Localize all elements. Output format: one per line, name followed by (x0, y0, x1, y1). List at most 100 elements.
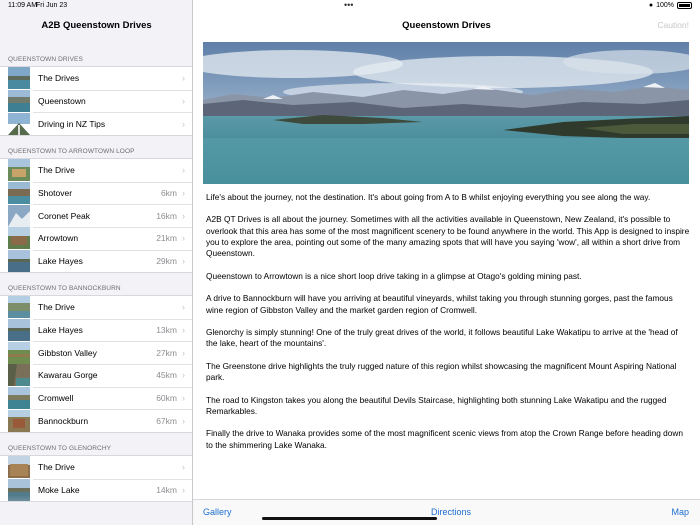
list-item-label: Moke Lake (38, 485, 80, 496)
status-right: ● 100% (649, 2, 692, 9)
distance-label: 6km (160, 188, 177, 199)
thumbnail-image (8, 204, 30, 227)
distance-label: 16km (156, 210, 177, 221)
list-item-label: Bannockburn (38, 415, 89, 426)
list-item-gibbston-valley[interactable]: Gibbston Valley 27km › (0, 341, 192, 364)
section-header: QUEENSTOWN TO GLENORCHY (8, 445, 112, 452)
thumbnail-image (8, 409, 30, 432)
thumbnail-image (8, 112, 30, 135)
chevron-right-icon: › (182, 347, 185, 358)
multitasking-dots-icon[interactable]: ••• (344, 0, 353, 10)
paragraph: Glenorchy is simply stunning! One of the… (206, 327, 678, 349)
sidebar-title: A2B Queenstown Drives (41, 20, 152, 31)
list-item-cromwell[interactable]: Cromwell 60km › (0, 386, 192, 410)
chevron-right-icon: › (182, 165, 185, 176)
detail-pane: Queenstown Drives Caution! Life's about … (193, 0, 700, 525)
battery-percent: 100% (656, 2, 674, 9)
paragraph: A2B QT Drives is all about the journey. … (206, 214, 690, 259)
thumbnail-image (8, 67, 30, 90)
paragraph: The Greenstone drive highlights the trul… (206, 360, 677, 383)
bottom-toolbar: Gallery Directions Map (193, 499, 700, 525)
distance-label: 27km (156, 347, 177, 358)
paragraph: A drive to Bannockburn will have you arr… (206, 293, 673, 315)
chevron-right-icon: › (182, 462, 185, 473)
chevron-right-icon: › (182, 188, 185, 199)
paragraph: Finally the drive to Wanaka provides som… (206, 428, 684, 450)
section-header: QUEENSTOWN TO BANNOCKBURN (8, 285, 121, 292)
list-item-bannockburn[interactable]: Bannockburn 67km › (0, 409, 192, 432)
list-item-label: Arrowtown (38, 233, 79, 244)
chevron-right-icon: › (182, 118, 185, 129)
list-item-label: Queenstown (38, 96, 86, 107)
distance-label: 14km (156, 485, 177, 496)
section-group: The Drive › Lake Hayes 13km › Gibbston V… (0, 295, 192, 434)
paragraph: The road to Kingston takes you along the… (206, 394, 667, 416)
list-item-label: Driving in NZ Tips (38, 118, 106, 129)
distance-label: 45km (156, 370, 177, 381)
thumbnail-image (8, 364, 30, 387)
paragraph: Queenstown to Arrowtown is a nice short … (206, 270, 582, 281)
home-indicator[interactable] (262, 517, 437, 520)
map-button[interactable]: Map (671, 507, 689, 517)
caution-button[interactable]: Caution! (657, 20, 689, 30)
list-item-kawarau-gorge[interactable]: Kawarau Gorge 45km › (0, 364, 192, 387)
list-item-lake-hayes[interactable]: Lake Hayes 29km › (0, 249, 192, 273)
chevron-right-icon: › (182, 233, 185, 244)
list-item-arrowtown[interactable]: Arrowtown 21km › (0, 227, 192, 250)
status-time: 11:09 AM (8, 2, 38, 9)
list-item-lake-hayes-2[interactable]: Lake Hayes 13km › (0, 318, 192, 342)
section-header: QUEENSTOWN TO ARROWTOWN LOOP (8, 148, 135, 155)
status-date: Fri Jun 23 (36, 2, 68, 9)
list-item-label: Lake Hayes (38, 256, 83, 267)
section-header: QUEENSTOWN DRIVES (8, 56, 83, 63)
section-group: The Drives › Queenstown › Driving in NZ … (0, 66, 192, 137)
distance-label: 13km (156, 325, 177, 336)
list-item-coronet-peak[interactable]: Coronet Peak 16km › (0, 204, 192, 227)
list-item-label: The Drive (38, 165, 75, 176)
list-item-arrowtown-the-drive[interactable]: The Drive › (0, 159, 192, 182)
thumbnail-image (8, 182, 30, 205)
chevron-right-icon: › (182, 73, 185, 84)
thumbnail-image (8, 159, 30, 182)
thumbnail-image (8, 296, 30, 319)
list-item-label: Kawarau Gorge (38, 370, 98, 381)
chevron-right-icon: › (182, 256, 185, 267)
distance-label: 21km (156, 233, 177, 244)
section-group: The Drive › Shotover 6km › Coronet Peak … (0, 158, 192, 274)
thumbnail-image (8, 319, 30, 342)
status-bar: 11:09 AM Fri Jun 23 ••• ● 100% (0, 0, 700, 12)
list-item-bannockburn-the-drive[interactable]: The Drive › (0, 296, 192, 319)
wifi-icon: ● (648, 2, 654, 9)
thumbnail-image (8, 227, 30, 250)
chevron-right-icon: › (182, 325, 185, 336)
list-item-label: Lake Hayes (38, 325, 83, 336)
thumbnail-image (8, 387, 30, 410)
list-item-glenorchy-the-drive[interactable]: The Drive › (0, 456, 192, 479)
list-item-label: The Drive (38, 462, 75, 473)
thumbnail-image (8, 341, 30, 364)
chevron-right-icon: › (182, 210, 185, 221)
chevron-right-icon: › (182, 415, 185, 426)
scroll-fade (0, 495, 192, 525)
thumbnail-image (8, 250, 30, 273)
gallery-button[interactable]: Gallery (203, 507, 232, 517)
distance-label: 29km (156, 256, 177, 267)
list-item-driving-tips[interactable]: Driving in NZ Tips › (0, 112, 192, 135)
list-item-shotover[interactable]: Shotover 6km › (0, 181, 192, 205)
battery-icon (677, 2, 692, 9)
list-item-label: The Drive (38, 302, 75, 313)
sidebar: A2B Queenstown Drives QUEENSTOWN DRIVES … (0, 0, 193, 525)
chevron-right-icon: › (182, 370, 185, 381)
list-item-queenstown[interactable]: Queenstown › (0, 89, 192, 113)
chevron-right-icon: › (182, 393, 185, 404)
list-item-label: Cromwell (38, 393, 74, 404)
directions-button[interactable]: Directions (431, 507, 471, 517)
page-title: Queenstown Drives (402, 20, 491, 31)
chevron-right-icon: › (182, 485, 185, 496)
chevron-right-icon: › (182, 302, 185, 313)
distance-label: 60km (156, 393, 177, 404)
list-item-label: Gibbston Valley (38, 347, 97, 358)
paragraph: Life's about the journey, not the destin… (206, 192, 651, 202)
list-item-the-drives[interactable]: The Drives › (0, 67, 192, 90)
description-text: Life's about the journey, not the destin… (206, 192, 690, 462)
